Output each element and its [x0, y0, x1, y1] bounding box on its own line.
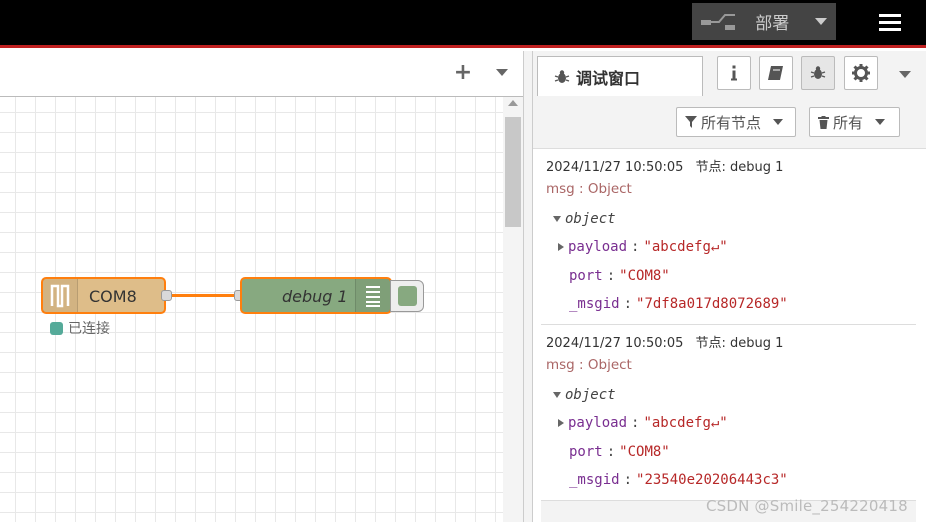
header-bar: 部署 — [0, 0, 926, 48]
property-msgid: _msgid: "7df8a017d8072689" — [569, 296, 788, 312]
property-value: "abcdefg↵" — [643, 239, 728, 255]
status-connected-dot — [50, 321, 63, 335]
debug-tab-title: 调试窗口 — [576, 69, 641, 88]
message-timestamp: 2024/11/27 10:50:05 — [546, 336, 684, 351]
message-meta: 2024/11/27 10:50:05 节点: debug 1 — [546, 332, 783, 351]
main-menu-hamburger-icon[interactable] — [872, 6, 908, 38]
serial-in-node[interactable]: COM8 — [41, 277, 166, 314]
flow-list-chevron-down-icon[interactable] — [492, 63, 512, 83]
property-msgid: _msgid: "23540e20206443c3" — [569, 472, 788, 488]
property-value: "COM8" — [619, 444, 670, 460]
debug-enable-toggle[interactable] — [390, 280, 424, 312]
filter-nodes-dropdown[interactable]: 所有节点 — [676, 107, 796, 137]
property-key: port — [569, 444, 603, 460]
message-topic: msg : Object — [546, 181, 632, 197]
chevron-down-icon — [773, 119, 784, 125]
watermark-text: CSDN @Smile_254220418 — [706, 497, 908, 515]
expanded-caret-icon — [553, 392, 561, 398]
message-timestamp: 2024/11/27 10:50:05 — [546, 160, 684, 175]
bug-icon — [810, 66, 826, 79]
scrollbar-thumb[interactable] — [505, 117, 521, 227]
property-key: payload — [568, 239, 628, 255]
property-port: port: "COM8" — [569, 268, 670, 284]
filter-nodes-label: 所有节点 — [701, 113, 762, 132]
debug-toggle-indicator — [398, 286, 417, 306]
workspace-tab-bar: + — [0, 51, 523, 97]
deploy-options-chevron-down-icon[interactable] — [806, 3, 836, 40]
sidebar-tabs-chevron-down-icon[interactable] — [895, 65, 915, 85]
debug-tab-button[interactable] — [801, 56, 835, 90]
flow-wire[interactable] — [171, 294, 235, 297]
property-port: port: "COM8" — [569, 444, 670, 460]
debug-toolbar: 所有节点 所有 — [533, 96, 926, 149]
sidebar: 调试窗口 所有节点 所有 2024/11/27 10:50:05 节点: deb… — [533, 51, 926, 522]
object-label: object — [565, 211, 616, 227]
collapsed-caret-icon — [558, 243, 564, 251]
serial-node-label: COM8 — [89, 287, 137, 306]
serial-port-icon — [43, 279, 78, 312]
object-toggle[interactable]: object — [553, 387, 616, 403]
info-icon — [731, 65, 737, 81]
debug-node[interactable]: debug 1 — [240, 277, 392, 314]
sidebar-resize-handle[interactable] — [523, 51, 533, 522]
info-tab-button[interactable] — [717, 56, 751, 90]
filter-all-label: 所有 — [833, 113, 864, 132]
property-key: port — [569, 268, 603, 284]
property-payload[interactable]: payload: "abcdefg↵" — [558, 415, 728, 431]
add-flow-plus-icon[interactable]: + — [451, 61, 475, 85]
debug-message[interactable]: 2024/11/27 10:50:05 节点: debug 1 msg : Obj… — [541, 325, 916, 501]
deploy-icon — [692, 3, 737, 40]
tab-debug[interactable]: 调试窗口 — [537, 56, 703, 97]
property-value: "23540e20206443c3" — [636, 472, 788, 488]
chevron-down-icon — [875, 119, 886, 125]
property-value: "COM8" — [619, 268, 670, 284]
collapsed-caret-icon — [558, 419, 564, 427]
bug-icon — [554, 70, 570, 83]
deploy-button[interactable]: 部署 — [692, 3, 836, 40]
property-key: _msgid — [569, 472, 620, 488]
message-node-link[interactable]: 节点: debug 1 — [695, 336, 783, 351]
config-tab-button[interactable] — [844, 56, 878, 90]
deploy-label: 部署 — [755, 14, 790, 34]
trash-icon — [818, 115, 829, 129]
book-icon — [768, 66, 783, 80]
message-topic: msg : Object — [546, 357, 632, 373]
property-payload[interactable]: payload: "abcdefg↵" — [558, 239, 728, 255]
gear-icon — [852, 64, 870, 82]
serial-output-port[interactable] — [161, 290, 172, 301]
property-key: _msgid — [569, 296, 620, 312]
serial-node-status: 已连接 — [50, 318, 110, 338]
property-value: "abcdefg↵" — [643, 415, 728, 431]
property-key: payload — [568, 415, 628, 431]
object-toggle[interactable]: object — [553, 211, 616, 227]
clear-messages-dropdown[interactable]: 所有 — [809, 107, 900, 137]
serial-status-text: 已连接 — [68, 321, 110, 337]
message-node-link[interactable]: 节点: debug 1 — [695, 160, 783, 175]
message-meta: 2024/11/27 10:50:05 节点: debug 1 — [546, 156, 783, 175]
debug-node-label: debug 1 — [282, 287, 348, 306]
debug-message[interactable]: 2024/11/27 10:50:05 节点: debug 1 msg : Obj… — [541, 149, 916, 325]
debug-list-icon — [355, 279, 390, 312]
property-value: "7df8a017d8072689" — [636, 296, 788, 312]
help-tab-button[interactable] — [759, 56, 793, 90]
sidebar-tab-bar: 调试窗口 — [533, 51, 926, 97]
expanded-caret-icon — [553, 216, 561, 222]
object-label: object — [565, 387, 616, 403]
scroll-up-arrow-icon[interactable] — [508, 100, 518, 106]
debug-message-list[interactable]: 2024/11/27 10:50:05 节点: debug 1 msg : Obj… — [541, 149, 916, 522]
canvas-vertical-scrollbar[interactable] — [503, 97, 523, 522]
filter-icon — [685, 116, 697, 128]
